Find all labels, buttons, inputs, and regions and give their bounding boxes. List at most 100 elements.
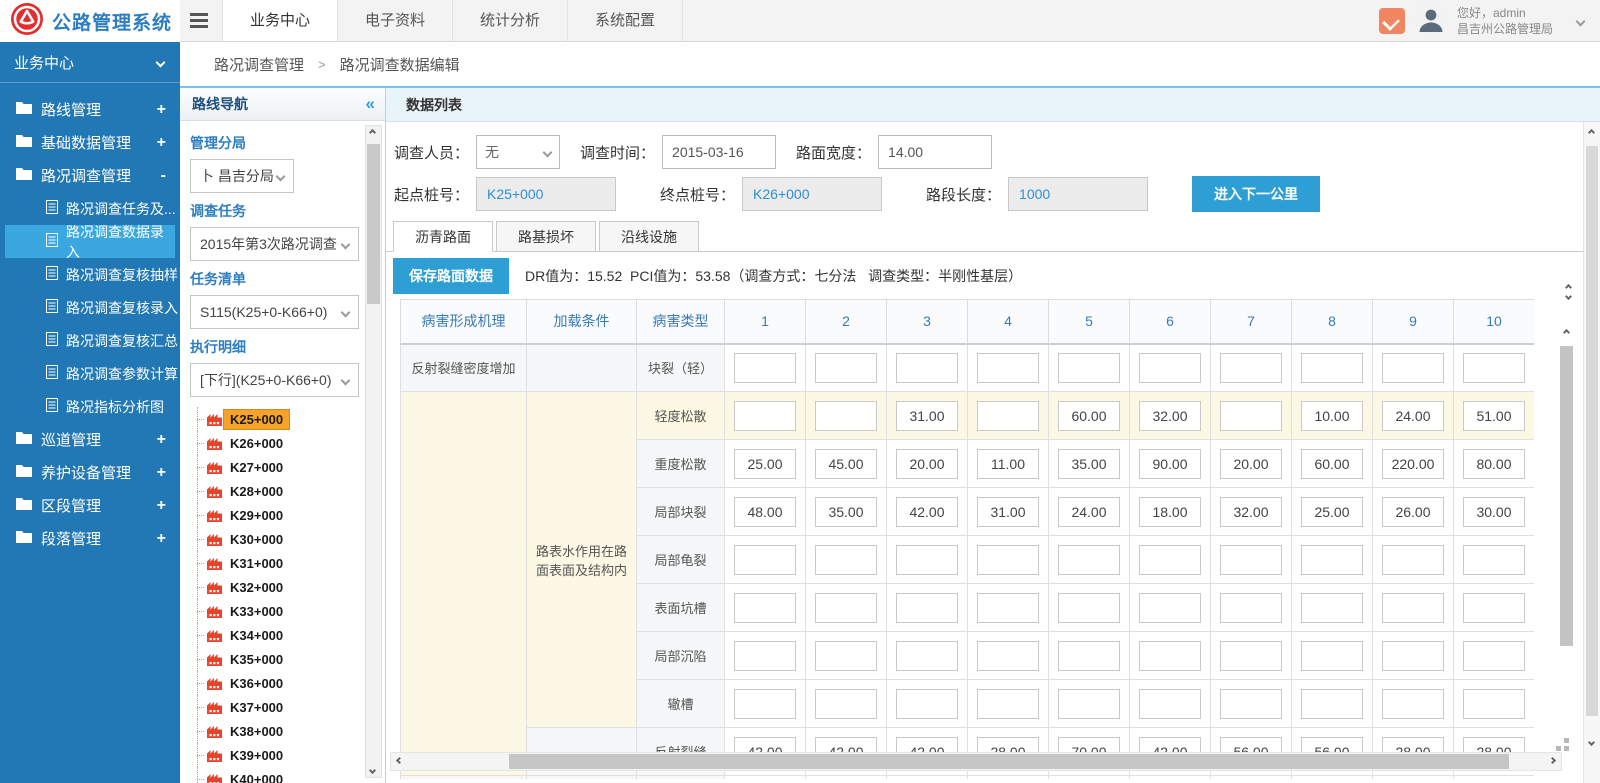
- hscroll-thumb[interactable]: [509, 754, 1509, 769]
- damage-value-input[interactable]: [1058, 353, 1120, 383]
- damage-value-input[interactable]: [1058, 401, 1120, 431]
- sidebar-item-0[interactable]: 路况调查任务及...: [0, 192, 180, 225]
- damage-value-input[interactable]: [977, 449, 1039, 479]
- damage-value-input[interactable]: [815, 353, 877, 383]
- sidebar-group-3[interactable]: 巡道管理 +: [0, 423, 180, 456]
- expand-toggle-icon[interactable]: +: [157, 431, 166, 449]
- damage-value-input[interactable]: [977, 497, 1039, 527]
- expand-toggle-icon[interactable]: +: [157, 134, 166, 152]
- damage-value-input[interactable]: [896, 593, 958, 623]
- damage-value-input[interactable]: [896, 401, 958, 431]
- expand-toggle-icon[interactable]: +: [157, 497, 166, 515]
- next-kilometer-button[interactable]: 进入下一公里: [1192, 176, 1320, 212]
- damage-value-input[interactable]: [1301, 593, 1363, 623]
- damage-value-input[interactable]: [1139, 449, 1201, 479]
- damage-value-input[interactable]: [1463, 689, 1525, 719]
- tree-item[interactable]: K30+000: [190, 527, 359, 551]
- damage-value-input[interactable]: [977, 353, 1039, 383]
- damage-value-input[interactable]: [896, 497, 958, 527]
- top-nav-item-0[interactable]: 业务中心: [222, 0, 338, 41]
- tree-item[interactable]: K34+000: [190, 623, 359, 647]
- tree-item[interactable]: K28+000: [190, 479, 359, 503]
- menu-icon[interactable]: [190, 13, 208, 31]
- breadcrumb-parent[interactable]: 路况调查管理: [214, 54, 304, 75]
- damage-value-input[interactable]: [1463, 641, 1525, 671]
- damage-value-input[interactable]: [734, 497, 796, 527]
- damage-value-input[interactable]: [815, 545, 877, 575]
- expand-toggle-icon[interactable]: +: [157, 464, 166, 482]
- damage-value-input[interactable]: [1463, 353, 1525, 383]
- damage-value-input[interactable]: [1301, 497, 1363, 527]
- damage-value-input[interactable]: [1139, 641, 1201, 671]
- damage-value-input[interactable]: [1220, 353, 1282, 383]
- damage-value-input[interactable]: [1058, 497, 1120, 527]
- tab-0[interactable]: 沥青路面: [393, 221, 493, 252]
- damage-value-input[interactable]: [1463, 545, 1525, 575]
- horizontal-scrollbar[interactable]: [390, 752, 1562, 771]
- sidebar-item-3[interactable]: 路况调查复核录入: [0, 291, 180, 324]
- damage-value-input[interactable]: [1058, 641, 1120, 671]
- table-scroll-thumb[interactable]: [1560, 346, 1573, 646]
- scroll-up-icon[interactable]: [1588, 129, 1595, 136]
- damage-value-input[interactable]: [1301, 449, 1363, 479]
- damage-value-input[interactable]: [1058, 449, 1120, 479]
- tree-item[interactable]: K37+000: [190, 695, 359, 719]
- expand-toggle-icon[interactable]: -: [161, 167, 166, 185]
- damage-value-input[interactable]: [1463, 593, 1525, 623]
- collapse-icon[interactable]: «: [366, 94, 375, 114]
- sidebar-group-6[interactable]: 段落管理 +: [0, 522, 180, 555]
- sidebar-group-4[interactable]: 养护设备管理 +: [0, 456, 180, 489]
- page-scrollbar[interactable]: [1583, 122, 1600, 783]
- tab-1[interactable]: 路基损坏: [496, 221, 596, 252]
- expand-toggle-icon[interactable]: +: [157, 530, 166, 548]
- damage-value-input[interactable]: [1382, 497, 1444, 527]
- damage-value-input[interactable]: [734, 689, 796, 719]
- damage-value-input[interactable]: [1220, 641, 1282, 671]
- chevron-down-icon[interactable]: [1576, 16, 1586, 26]
- tree-item[interactable]: K38+000: [190, 719, 359, 743]
- tree-item[interactable]: K35+000: [190, 647, 359, 671]
- top-nav-item-1[interactable]: 电子资料: [338, 0, 453, 41]
- damage-value-input[interactable]: [1220, 545, 1282, 575]
- road-width-input[interactable]: [878, 135, 992, 169]
- tree-item[interactable]: K32+000: [190, 575, 359, 599]
- damage-value-input[interactable]: [1139, 593, 1201, 623]
- sidebar-group-5[interactable]: 区段管理 +: [0, 489, 180, 522]
- sidebar-item-4[interactable]: 路况调查复核汇总: [0, 324, 180, 357]
- nav-select-1[interactable]: 2015年第3次路况调查: [190, 227, 359, 261]
- damage-value-input[interactable]: [1382, 593, 1444, 623]
- scroll-down-icon[interactable]: [369, 767, 376, 774]
- tab-2[interactable]: 沿线设施: [599, 221, 699, 252]
- sidebar-item-2[interactable]: 路况调查复核抽样: [0, 258, 180, 291]
- damage-value-input[interactable]: [1058, 593, 1120, 623]
- damage-value-input[interactable]: [1382, 689, 1444, 719]
- damage-value-input[interactable]: [1382, 449, 1444, 479]
- sidebar-group-0[interactable]: 路线管理 +: [0, 93, 180, 126]
- damage-value-input[interactable]: [734, 593, 796, 623]
- tree-item[interactable]: K29+000: [190, 503, 359, 527]
- end-stake-field[interactable]: [742, 177, 882, 211]
- nav-panel-scrollbar[interactable]: [365, 125, 382, 778]
- damage-value-input[interactable]: [815, 449, 877, 479]
- sidebar-item-5[interactable]: 路况调查参数计算: [0, 357, 180, 390]
- tree-item[interactable]: K40+000: [190, 767, 359, 783]
- damage-value-input[interactable]: [1220, 449, 1282, 479]
- damage-value-input[interactable]: [896, 449, 958, 479]
- damage-value-input[interactable]: [815, 497, 877, 527]
- tree-item[interactable]: K31+000: [190, 551, 359, 575]
- scroll-up-icon[interactable]: [369, 129, 376, 136]
- damage-value-input[interactable]: [1463, 401, 1525, 431]
- tree-item[interactable]: K39+000: [190, 743, 359, 767]
- sidebar-group-2[interactable]: 路况调查管理 -: [0, 159, 180, 192]
- top-nav-item-3[interactable]: 系统配置: [568, 0, 683, 41]
- sidebar-group-1[interactable]: 基础数据管理 +: [0, 126, 180, 159]
- damage-value-input[interactable]: [896, 641, 958, 671]
- tree-item[interactable]: K26+000: [190, 431, 359, 455]
- damage-value-input[interactable]: [896, 353, 958, 383]
- damage-value-input[interactable]: [1139, 689, 1201, 719]
- top-nav-item-2[interactable]: 统计分析: [453, 0, 568, 41]
- scroll-down-icon[interactable]: [1588, 739, 1595, 746]
- damage-value-input[interactable]: [1220, 689, 1282, 719]
- sidebar-item-1[interactable]: 路况调查数据录入: [5, 225, 175, 258]
- avatar[interactable]: [1415, 3, 1447, 40]
